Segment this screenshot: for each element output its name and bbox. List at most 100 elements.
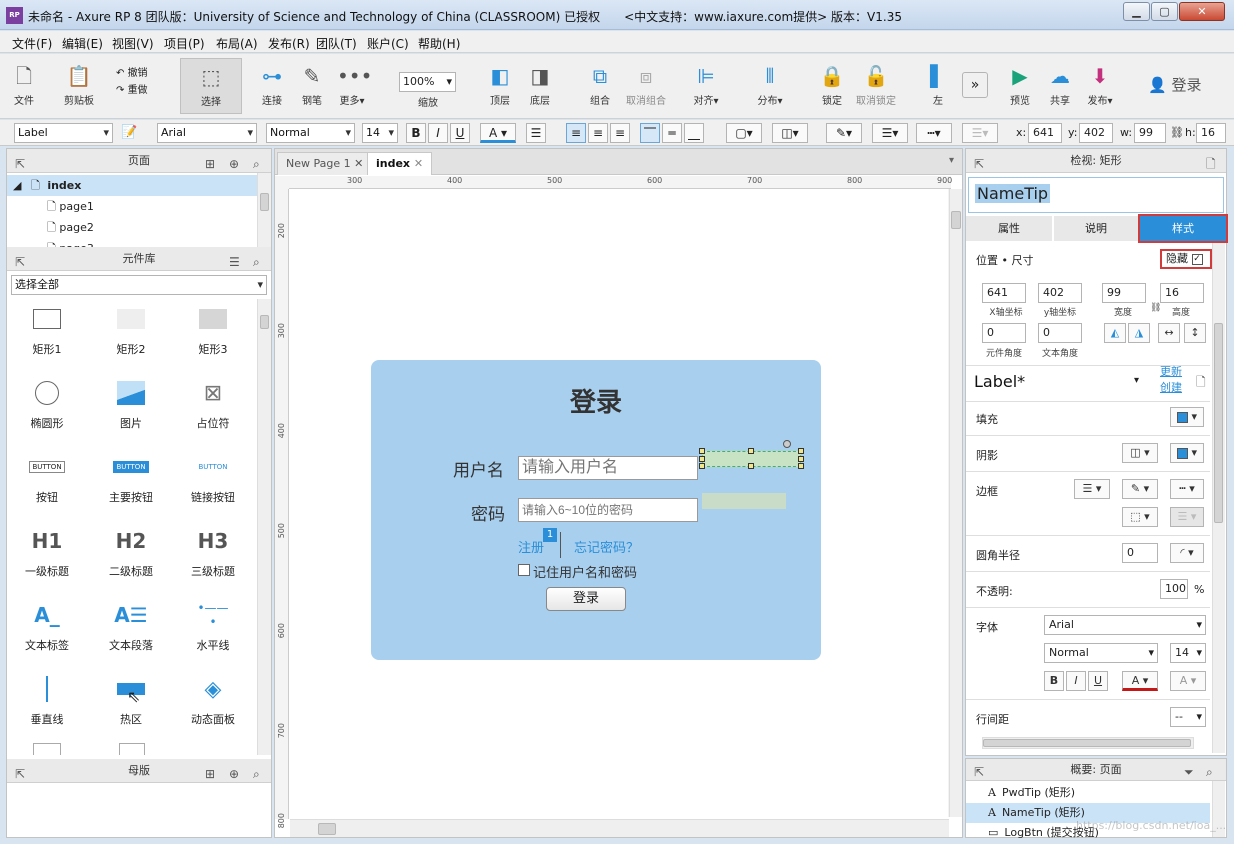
- resize-handle[interactable]: [748, 448, 754, 454]
- widget-text-label[interactable]: A_ 文本标签: [7, 595, 87, 667]
- minimize-button[interactable]: ▁: [1123, 2, 1150, 21]
- publish-button[interactable]: ⬇ 发布▾: [1074, 58, 1126, 114]
- widget-link-button[interactable]: BUTTON 链接按钮: [173, 447, 253, 519]
- menu-publish[interactable]: 发布(R): [268, 35, 310, 52]
- style-select[interactable]: Label: [14, 123, 113, 143]
- outline-item-pwdtip[interactable]: A PwdTip (矩形): [966, 783, 1210, 803]
- close-icon[interactable]: ✕: [354, 157, 363, 170]
- filter-icon[interactable]: ⏷: [1184, 762, 1194, 783]
- auto-fit-height-button[interactable]: ↕: [1184, 323, 1206, 343]
- height-input[interactable]: 16: [1160, 283, 1204, 303]
- resize-handle[interactable]: [699, 463, 705, 469]
- widget-rectangle1[interactable]: 矩形1: [7, 299, 87, 371]
- resize-handle[interactable]: [699, 448, 705, 454]
- inspector-vertical-scrollbar[interactable]: [1212, 243, 1225, 753]
- menu-icon[interactable]: ☰: [229, 251, 240, 274]
- w-input[interactable]: 99: [1134, 123, 1166, 143]
- widget-name-input[interactable]: NameTip: [968, 177, 1224, 213]
- library-scrollbar[interactable]: [257, 299, 271, 755]
- design-canvas[interactable]: 登录 用户名 密码 注册 1 忘: [290, 189, 949, 817]
- text-rotation-input[interactable]: 0: [1038, 323, 1082, 343]
- border-visibility-button[interactable]: ⬚ ▾: [1122, 507, 1158, 527]
- undo-button[interactable]: ↶ 撤销: [116, 64, 148, 79]
- underline-button[interactable]: U: [450, 123, 470, 143]
- widget-image[interactable]: 图片: [91, 373, 171, 445]
- widget-ellipse[interactable]: 椭圆形: [7, 373, 87, 445]
- menu-arrange[interactable]: 布局(A): [216, 35, 258, 52]
- notes-icon[interactable]: 🗋: [1206, 153, 1216, 176]
- widget-droplist-partial[interactable]: [119, 743, 145, 755]
- flip-horizontal-button[interactable]: ◭: [1104, 323, 1126, 343]
- hidden-toggle[interactable]: 隐藏 ✓: [1160, 249, 1212, 269]
- x-coordinate-input[interactable]: 641: [982, 283, 1026, 303]
- bold-button[interactable]: B: [1044, 671, 1064, 691]
- page-item-page3[interactable]: 🗋 page3: [47, 238, 94, 247]
- text-color-button[interactable]: A ▾: [1122, 671, 1158, 691]
- page-item-index[interactable]: ◢ 🗋 index: [7, 175, 257, 196]
- widget-rectangle2[interactable]: 矩形2: [91, 299, 171, 371]
- widget-h2[interactable]: H2 二级标题: [91, 521, 171, 593]
- widget-placeholder[interactable]: ⊠ 占位符: [173, 373, 253, 445]
- valign-bottom-button[interactable]: ⎽: [684, 123, 704, 143]
- widget-h3[interactable]: H3 三级标题: [173, 521, 253, 593]
- login-button[interactable]: 👤 登录: [1148, 74, 1201, 95]
- menu-edit[interactable]: 编辑(E): [62, 35, 103, 52]
- unlock-button[interactable]: 🔓 取消锁定: [850, 58, 902, 114]
- login-submit-button[interactable]: 登录: [546, 587, 626, 611]
- collapse-icon[interactable]: ⇱: [974, 762, 984, 783]
- update-style-link[interactable]: 更新: [1160, 363, 1182, 379]
- italic-button[interactable]: I: [428, 123, 448, 143]
- align-center-button[interactable]: ≡: [588, 123, 608, 143]
- rotation-handle[interactable]: [783, 440, 791, 448]
- widget-primary-button[interactable]: BUTTON 主要按钮: [91, 447, 171, 519]
- font-weight-select[interactable]: Normal ▾: [1044, 643, 1158, 663]
- tab-new-page-1[interactable]: New Page 1 ✕: [277, 152, 373, 175]
- register-link[interactable]: 注册: [518, 537, 544, 556]
- remember-checkbox[interactable]: [518, 564, 530, 576]
- page-item-page2[interactable]: 🗋 page2: [47, 217, 94, 238]
- search-icon[interactable]: ⌕: [1206, 762, 1213, 783]
- italic-button[interactable]: I: [1066, 671, 1086, 691]
- canvas-vertical-scrollbar[interactable]: [949, 189, 962, 817]
- border-color-button[interactable]: ✎ ▾: [1122, 479, 1158, 499]
- menu-view[interactable]: 视图(V): [112, 35, 154, 52]
- fill-color-picker[interactable]: ▾: [1170, 407, 1204, 427]
- align-button[interactable]: ⊫ 对齐▾: [680, 58, 732, 114]
- font-family-select[interactable]: Arial ▾: [1044, 615, 1206, 635]
- chevron-down-icon[interactable]: ▾: [1134, 375, 1139, 386]
- tabs-dropdown-icon[interactable]: ▾: [949, 155, 954, 166]
- link-icon[interactable]: ⛓: [1170, 126, 1184, 139]
- search-icon[interactable]: ⌕: [253, 763, 260, 786]
- fill-color-button[interactable]: ▢▾: [726, 123, 762, 143]
- resize-handle[interactable]: [699, 456, 705, 462]
- valign-middle-button[interactable]: ═: [662, 123, 682, 143]
- send-to-back-button[interactable]: ◨ 底层: [514, 58, 566, 114]
- font-weight-select[interactable]: Normal: [266, 123, 355, 143]
- font-select[interactable]: Arial: [157, 123, 257, 143]
- collapse-icon[interactable]: ⇱: [15, 251, 25, 274]
- file-button[interactable]: 🗋 文件: [4, 58, 44, 114]
- resize-handle[interactable]: [798, 456, 804, 462]
- canvas-horizontal-scrollbar[interactable]: [290, 819, 949, 837]
- flip-vertical-button[interactable]: ◮: [1128, 323, 1150, 343]
- align-right-button[interactable]: ≡: [610, 123, 630, 143]
- font-color-button[interactable]: A ▾: [480, 123, 516, 143]
- login-panel[interactable]: 登录 用户名 密码 注册 1 忘: [371, 360, 821, 660]
- outer-shadow-button[interactable]: ◫ ▾: [1122, 443, 1158, 463]
- distribute-button[interactable]: ⫴ 分布▾: [744, 58, 796, 114]
- search-icon[interactable]: ⌕: [253, 251, 260, 274]
- maximize-button[interactable]: ▢: [1151, 2, 1178, 21]
- menu-account[interactable]: 账户(C): [367, 35, 409, 52]
- tab-style[interactable]: 样式: [1138, 214, 1228, 243]
- select-button[interactable]: ⬚ 选择: [180, 58, 242, 114]
- style-manager-icon[interactable]: 📝: [121, 125, 137, 140]
- width-input[interactable]: 99: [1102, 283, 1146, 303]
- opacity-input[interactable]: 100: [1160, 579, 1188, 599]
- inspector-horizontal-scrollbar[interactable]: [982, 737, 1194, 749]
- menu-file[interactable]: 文件(F): [12, 35, 52, 52]
- add-folder-icon[interactable]: ⊕: [229, 763, 239, 786]
- widget-text-paragraph[interactable]: A☰ 文本段落: [91, 595, 171, 667]
- line-style-button[interactable]: ┅▾: [916, 123, 952, 143]
- hidden-checkbox[interactable]: ✓: [1191, 253, 1203, 265]
- font-size-select[interactable]: 14: [362, 123, 398, 143]
